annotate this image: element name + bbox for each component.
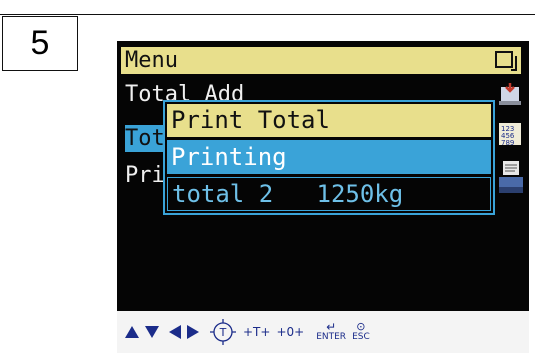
esc-key[interactable]: ⊙ ESC [352, 320, 370, 342]
step-number-box: 5 [2, 16, 78, 71]
enter-key-label: ENTER [316, 332, 347, 342]
zero-key[interactable]: +0+ [276, 324, 304, 340]
enter-arrow-icon: ↵ [326, 320, 337, 334]
menu-title-bar: Menu [121, 47, 521, 74]
left-arrow-icon[interactable] [169, 325, 181, 339]
enter-key[interactable]: ↵ ENTER [316, 320, 347, 342]
window-icon [495, 51, 517, 71]
esc-circle-icon: ⊙ [356, 320, 366, 333]
esc-key-label: ESC [352, 332, 370, 342]
device-screen: Menu Total Add Total Print 123 456 789 P… [117, 41, 529, 353]
dialog-title: Print Total [167, 104, 491, 137]
print-total-dialog: Print Total Printing total 2 1250kg [163, 100, 495, 215]
tare-circle-icon[interactable]: T [209, 318, 237, 346]
dialog-total-line: total 2 1250kg [167, 177, 491, 211]
right-arrow-icon[interactable] [187, 325, 199, 339]
tare-circle-label: T [219, 326, 227, 339]
up-arrow-icon[interactable] [125, 326, 139, 338]
svg-text:789: 789 [501, 139, 514, 147]
menu-title: Menu [125, 48, 178, 73]
softkey-bar: T +T+ +0+ ↵ ENTER ⊙ ESC [117, 311, 529, 353]
side-icon-column: 123 456 789 [495, 81, 525, 221]
top-rule [0, 14, 535, 15]
printer-icon [499, 161, 523, 193]
dialog-status: Printing [167, 140, 491, 174]
keypad-icon: 123 456 789 [499, 123, 521, 147]
step-number: 5 [30, 24, 50, 62]
down-arrow-icon[interactable] [145, 326, 159, 338]
tare-key[interactable]: +T+ [243, 324, 270, 340]
scale-icon [499, 83, 521, 105]
